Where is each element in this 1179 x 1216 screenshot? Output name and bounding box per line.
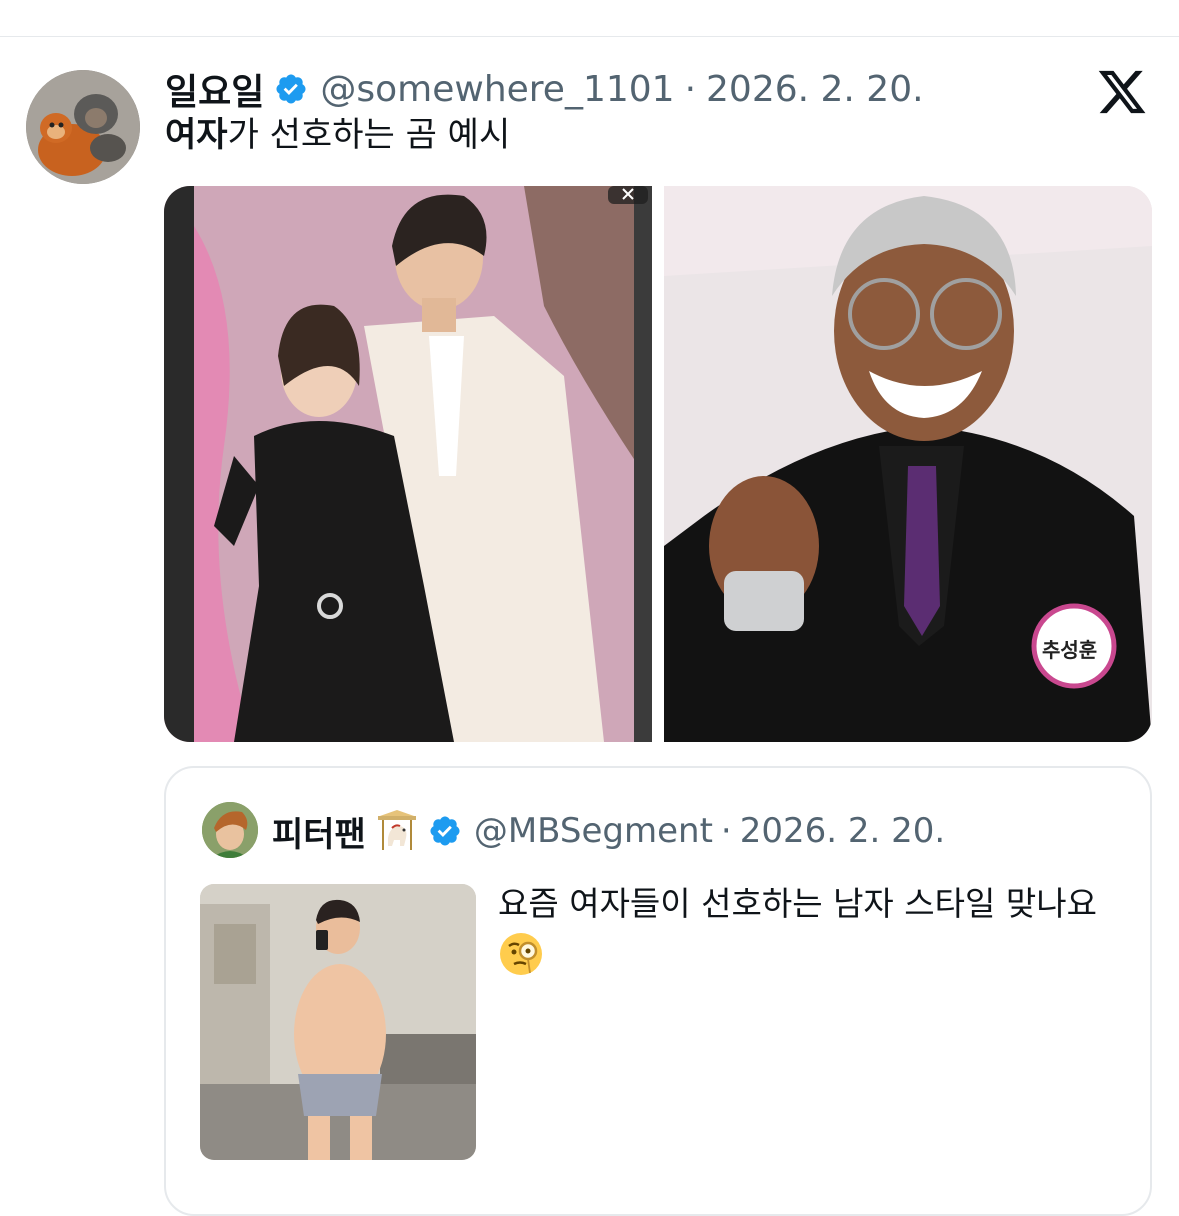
quoted-author-handle[interactable]: @MBSegment bbox=[474, 811, 713, 851]
peter-pan-avatar-icon bbox=[202, 802, 258, 858]
orangutan-plush-icon bbox=[26, 70, 140, 184]
author-avatar[interactable] bbox=[26, 70, 140, 184]
separator-dot: · bbox=[720, 811, 732, 851]
close-icon[interactable] bbox=[608, 186, 648, 204]
tweet-date[interactable]: 2026. 2. 20. bbox=[706, 69, 924, 110]
name-badge-text: 추성훈 bbox=[1042, 638, 1098, 662]
verified-badge-icon bbox=[430, 816, 460, 846]
verified-badge-icon bbox=[276, 74, 306, 104]
quoted-tweet-text-body: 요즘 여자들이 선호하는 남자 스타일 맞나요 bbox=[498, 884, 1097, 923]
quoted-author-display-name[interactable]: 피터팬 bbox=[272, 807, 366, 856]
x-logo-icon[interactable] bbox=[1096, 66, 1148, 118]
carousel-horse-emoji bbox=[377, 810, 416, 850]
quoted-tweet-thumbnail[interactable] bbox=[200, 884, 476, 1160]
author-handle[interactable]: @somewhere_1101 bbox=[320, 69, 674, 110]
author-display-name[interactable]: 일요일 bbox=[165, 63, 264, 115]
top-divider bbox=[0, 36, 1179, 37]
tweet-text-rest: 가 선호하는 곰 예시 bbox=[227, 115, 511, 155]
webtoon-man-illustration bbox=[200, 884, 476, 1160]
tweet-text-bold: 여자 bbox=[165, 115, 228, 155]
quoted-author-avatar[interactable] bbox=[202, 802, 258, 858]
photo-couple-red-carpet[interactable] bbox=[164, 186, 652, 742]
tweet-media-grid: 추성훈 bbox=[164, 186, 1152, 742]
tweet-text: 여자가 선호하는 곰 예시 bbox=[165, 113, 510, 157]
tweet-header: 일요일 @somewhere_1101 · 2026. 2. 20. bbox=[165, 64, 924, 114]
quoted-tweet-date[interactable]: 2026. 2. 20. bbox=[740, 811, 945, 851]
photo-couple-illustration bbox=[164, 186, 652, 742]
photo-man-finger-heart[interactable]: 추성훈 bbox=[664, 186, 1152, 742]
quoted-tweet-header: 피터팬 @MBSegment · 2026. 2. 20. bbox=[272, 806, 945, 856]
face-with-monocle-emoji bbox=[500, 933, 542, 975]
separator-dot: · bbox=[684, 68, 697, 110]
quoted-tweet-card[interactable]: 피터팬 @MBSegment · 2026. 2. 20. 요즘 여자들이 선호… bbox=[164, 766, 1152, 1216]
quoted-tweet-text: 요즘 여자들이 선호하는 남자 스타일 맞나요 bbox=[498, 878, 1118, 982]
